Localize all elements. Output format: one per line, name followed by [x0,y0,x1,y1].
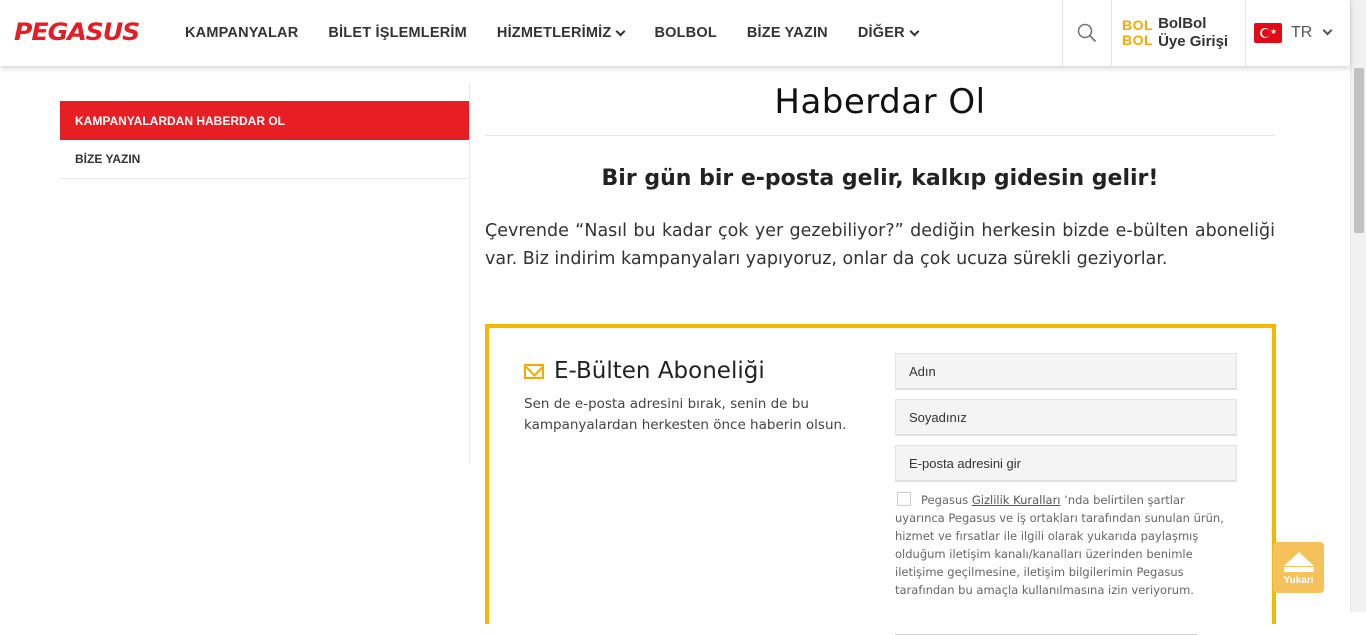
nav-kampanyalar-label: KAMPANYALAR [185,25,299,41]
newsletter-panel: E-Bülten Aboneliği Sen de e-posta adresi… [485,324,1276,635]
bolbol-line2: Üye Girişi [1158,33,1229,50]
intro-text: Çevrende “Nasıl bu kadar çok yer gezebil… [485,221,1275,269]
last-name-placeholder: Soyadınız [909,409,967,425]
arrow-up-icon [1283,551,1314,566]
sidebar-item-kampanyalardan-haberdar-ol[interactable]: KAMPANYALARDAN HABERDAR OL [60,101,469,140]
site-header: PEGASUS KAMPANYALAR BİLET İŞLEMLERİM HİZ… [0,0,1350,66]
first-name-field[interactable]: Adın [895,353,1237,390]
nav-kampanyalar[interactable]: KAMPANYALAR [185,25,298,41]
turkey-flag-icon: ★ [1254,23,1282,43]
sidebar-item-label: KAMPANYALARDAN HABERDAR OL [75,113,285,128]
main-nav: KAMPANYALAR BİLET İŞLEMLERİM HİZMETLERİM… [185,0,948,66]
nav-bilet-islemlerim[interactable]: BİLET İŞLEMLERİM [328,25,467,41]
nav-hizmetlerimiz[interactable]: HİZMETLERİMİZ [496,25,626,41]
search-icon [1077,23,1097,43]
consent-checkbox[interactable] [897,492,911,506]
consent-suffix: ’nda belirtilen şartlar uyarınca Pegasus… [895,493,1224,597]
search-button[interactable] [1062,0,1112,66]
back-to-top-label: Yukarı [1283,574,1314,586]
sidebar: KAMPANYALARDAN HABERDAR OL BİZE YAZIN [60,101,469,179]
nav-bize-yazin-label: BİZE YAZIN [746,25,828,41]
newsletter-form: Adın Soyadınız E-posta adresini gir Pega… [895,353,1237,635]
scrollbar-thumb[interactable] [1354,68,1364,233]
nav-diger-label: DİĞER [857,25,905,41]
newsletter-title: E-Bülten Aboneliği [524,358,854,384]
bolbol-logo-line1: BOL [1122,17,1154,33]
bolbol-line1: BolBol [1158,15,1207,32]
nav-diger[interactable]: DİĞER [857,25,920,41]
language-selector[interactable]: ★ TR [1246,0,1350,66]
nav-hizmetlerimiz-label: HİZMETLERİMİZ [496,25,612,41]
nav-bilet-islemlerim-label: BİLET İŞLEMLERİM [328,25,467,41]
bolbol-logo: BOL BOL [1122,18,1153,48]
pegasus-logo[interactable]: PEGASUS [14,18,140,46]
sidebar-item-label: BİZE YAZIN [75,152,141,166]
sidebar-item-bize-yazin[interactable]: BİZE YAZIN [60,140,469,179]
main-content: Haberdar Ol Bir gün bir e-posta gelir, k… [485,66,1275,273]
chevron-down-icon [616,26,626,36]
chevron-down-icon [1322,25,1333,36]
page-title: Haberdar Ol [485,66,1275,136]
mail-icon [524,363,544,379]
language-code: TR [1291,24,1313,41]
first-name-placeholder: Adın [909,363,936,379]
header-actions: BOL BOL BolBol Üye Girişi ★ TR [1062,0,1350,66]
chevron-down-icon [909,26,920,36]
consent-text: Pegasus Gizlilik Kuralları ’nda belirtil… [895,491,1237,599]
bolbol-login-button[interactable]: BOL BOL BolBol Üye Girişi [1112,0,1246,66]
newsletter-info: E-Bülten Aboneliği Sen de e-posta adresi… [524,358,854,436]
email-placeholder: E-posta adresini gir [909,455,1021,471]
newsletter-title-text: E-Bülten Aboneliği [554,358,765,384]
page-subtitle: Bir gün bir e-posta gelir, kalkıp gidesi… [601,166,1159,191]
bolbol-login-label: BolBol Üye Girişi [1158,15,1228,51]
privacy-rules-link[interactable]: Gizlilik Kuralları [972,493,1061,507]
bolbol-logo-line2: BOL [1122,32,1154,48]
last-name-field[interactable]: Soyadınız [895,399,1237,436]
nav-bize-yazin[interactable]: BİZE YAZIN [747,25,828,41]
nav-bolbol-label: BOLBOL [654,25,717,41]
email-field[interactable]: E-posta adresini gir [895,445,1237,482]
consent-prefix: Pegasus [921,493,972,507]
page-scrollbar[interactable] [1350,0,1366,612]
nav-bolbol[interactable]: BOLBOL [654,25,716,41]
newsletter-description: Sen de e-posta adresini bırak, senin de … [524,396,847,433]
sidebar-divider [469,83,470,464]
back-to-top-button[interactable]: Yukarı [1273,542,1324,593]
